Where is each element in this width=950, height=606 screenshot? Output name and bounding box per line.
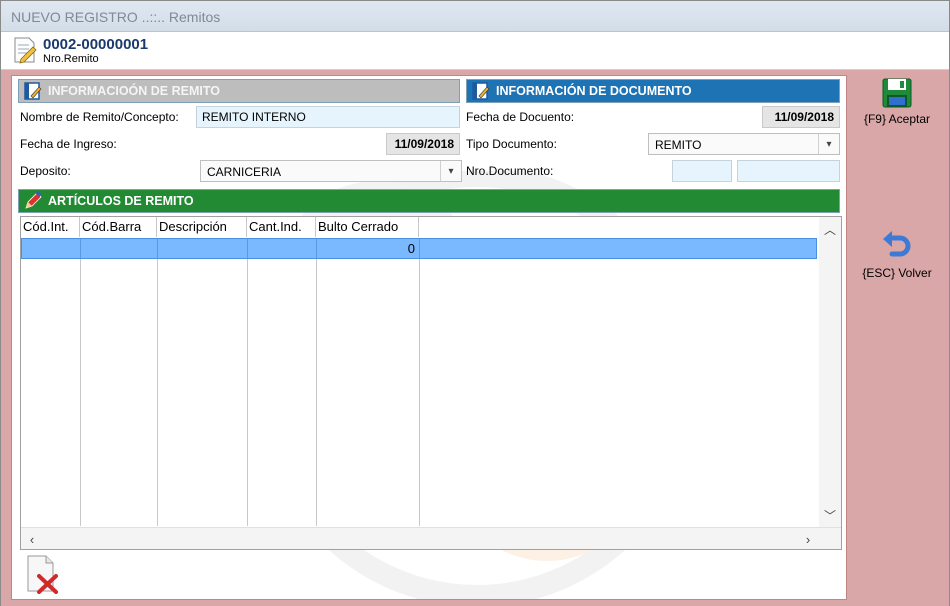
back-button[interactable]: {ESC} Volver (849, 230, 945, 280)
chevron-down-icon[interactable]: ▾ (440, 161, 461, 181)
notebook-pencil-icon (24, 82, 42, 100)
deposito-value: CARNICERIA (207, 165, 282, 179)
edit-document-icon (14, 37, 37, 64)
notebook-pencil-icon (472, 82, 490, 100)
col-header-bulto-cerrado[interactable]: Bulto Cerrado (316, 217, 419, 237)
delete-document-icon[interactable] (24, 554, 60, 594)
ingreso-date-field[interactable]: 11/09/2018 (386, 133, 460, 155)
floppy-disk-icon (882, 78, 912, 108)
concept-label: Nombre de Remito/Concepto: (20, 110, 179, 124)
scroll-up-icon[interactable]: ︿ (819, 219, 841, 239)
col-header-cant-ind[interactable]: Cant.Ind. (247, 217, 316, 237)
doc-date-label: Fecha de Docuento: (466, 110, 575, 124)
concept-input[interactable]: REMITO INTERNO (196, 106, 460, 128)
col-header-cod-int[interactable]: Cód.Int. (21, 217, 80, 237)
documento-info-title: INFORMACIÓN DE DOCUMENTO (496, 84, 692, 98)
horizontal-scrollbar[interactable]: ‹ › (21, 527, 841, 549)
vertical-scrollbar[interactable]: ︿ ﹀ (819, 217, 841, 527)
articulos-title: ARTÍCULOS DE REMITO (48, 194, 194, 208)
window-title: NUEVO REGISTRO ..::.. Remitos (11, 9, 221, 25)
cell-cod-barra[interactable] (81, 239, 158, 258)
ingreso-label: Fecha de Ingreso: (20, 137, 117, 151)
remito-info-header: INFORMACIOÓN DE REMITO (18, 79, 460, 103)
documento-info-header: INFORMACIÓN DE DOCUMENTO (466, 79, 840, 103)
deposito-select[interactable]: CARNICERIA ▾ (200, 160, 462, 182)
doc-number-prefix-input[interactable] (672, 160, 732, 182)
cell-cant-ind[interactable] (248, 239, 317, 258)
doc-number-input[interactable] (737, 160, 840, 182)
deposito-label: Deposito: (20, 164, 71, 178)
scroll-left-icon[interactable]: ‹ (21, 528, 43, 550)
doc-type-value: REMITO (655, 138, 702, 152)
remito-info-title: INFORMACIOÓN DE REMITO (48, 84, 220, 98)
doc-number-label: Nro.Documento: (466, 164, 554, 178)
doc-type-label: Tipo Documento: (466, 137, 557, 151)
title-bar[interactable]: NUEVO REGISTRO ..::.. Remitos (1, 1, 949, 32)
remito-number-label: Nro.Remito (43, 53, 99, 65)
scroll-right-icon[interactable]: › (797, 528, 819, 550)
accept-label: {F9} Aceptar (863, 112, 931, 126)
articulos-header: ARTÍCULOS DE REMITO (18, 189, 840, 213)
content-area: INFORMACIOÓN DE REMITO Nombre de Remito/… (1, 70, 949, 606)
form-panel: INFORMACIOÓN DE REMITO Nombre de Remito/… (11, 75, 847, 600)
scroll-down-icon[interactable]: ﹀ (819, 505, 841, 525)
doc-date-field[interactable]: 11/09/2018 (762, 106, 840, 128)
doc-type-select[interactable]: REMITO ▾ (648, 133, 840, 155)
pencil-icon (25, 191, 42, 209)
undo-arrow-icon (883, 231, 911, 257)
col-header-cod-barra[interactable]: Cód.Barra (80, 217, 157, 237)
remito-number: 0002-00000001 (43, 36, 149, 53)
record-header: 0002-00000001 Nro.Remito (1, 32, 949, 70)
remito-window: NUEVO REGISTRO ..::.. Remitos 0002-00000… (0, 0, 950, 606)
table-row[interactable]: 0 (21, 238, 817, 259)
cell-cod-int[interactable] (22, 239, 81, 258)
cell-bulto-cerrado[interactable]: 0 (317, 239, 420, 258)
grid-header: Cód.Int. Cód.Barra Descripción Cant.Ind.… (21, 217, 419, 237)
chevron-down-icon[interactable]: ▾ (818, 134, 839, 154)
back-label: {ESC} Volver (862, 266, 932, 280)
accept-button[interactable]: {F9} Aceptar (849, 76, 945, 126)
articles-grid[interactable]: Cód.Int. Cód.Barra Descripción Cant.Ind.… (20, 216, 842, 550)
col-header-descripcion[interactable]: Descripción (157, 217, 247, 237)
cell-descripcion[interactable] (158, 239, 248, 258)
